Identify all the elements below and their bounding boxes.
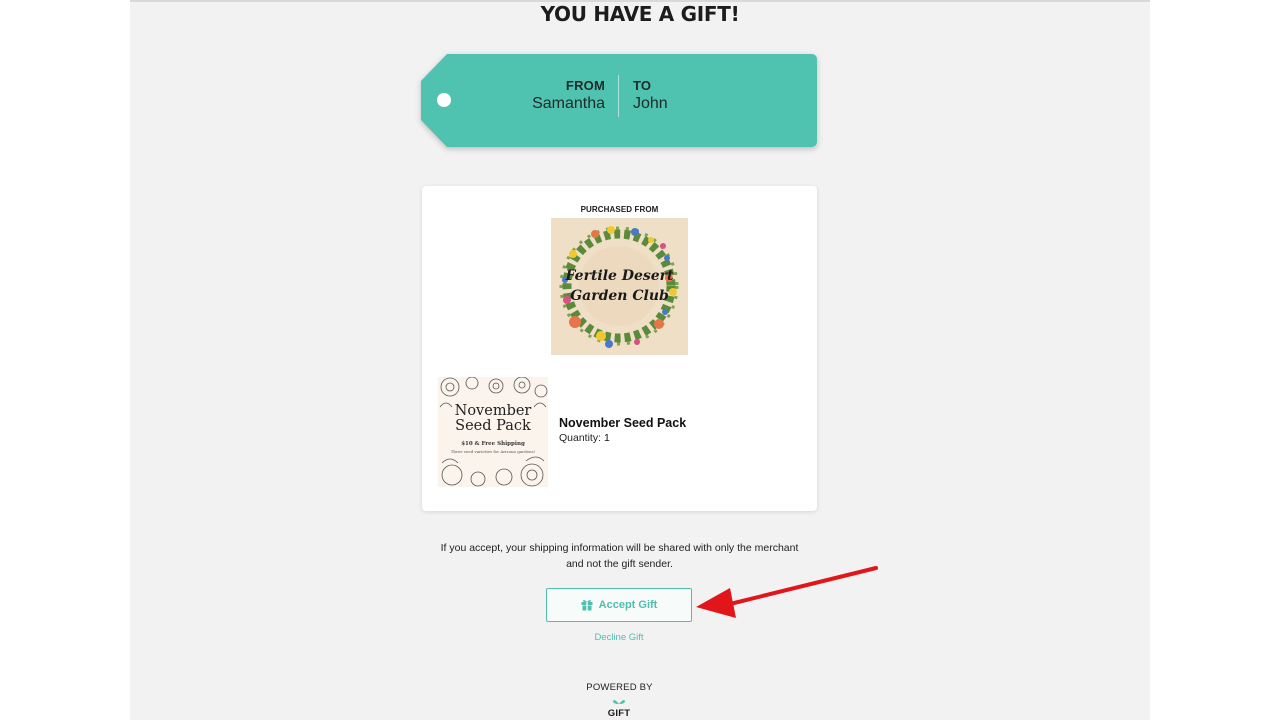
tag-from: FROM Samantha	[470, 78, 605, 113]
product-image-title-line-1: November	[454, 403, 532, 419]
tag-divider	[618, 75, 619, 117]
quantity-value: 1	[603, 432, 610, 444]
from-label: FROM	[565, 78, 605, 93]
product-image-title-line-2: Seed Pack	[455, 418, 531, 434]
brand-bow-icon	[613, 700, 625, 704]
tag-hole-icon	[437, 93, 451, 107]
product-image-tagline: Three seed varieties for Arizona gardens…	[450, 449, 536, 454]
purchased-from-label: PURCHASED FROM	[580, 205, 659, 214]
accept-gift-button[interactable]: Accept Gift	[546, 588, 692, 622]
notice-line-1: If you accept, your shipping information…	[440, 542, 799, 554]
page-title: YOU HAVE A GIFT!	[540, 2, 740, 26]
powered-by-label: POWERED BY	[586, 682, 653, 693]
product-image: November Seed Pack $10 & Free Shipping T…	[438, 377, 548, 487]
logo-line-2: Garden Club	[570, 288, 669, 304]
annotation-arrow-icon	[696, 566, 878, 618]
quantity-label: Quantity:	[559, 432, 602, 444]
product-image-title: November Seed Pack	[438, 404, 548, 434]
decline-gift-link[interactable]: Decline Gift	[546, 632, 692, 643]
brand-name: GIFT	[607, 708, 631, 719]
tag-to: TO John	[633, 78, 783, 113]
brand-logo: GIFT	[598, 698, 640, 720]
product-image-subtitle: $10 & Free Shipping	[461, 441, 525, 447]
product-quantity: Quantity: 1	[559, 432, 610, 444]
logo-line-1: Fertile Desert	[565, 268, 674, 284]
notice-line-2: and not the gift sender.	[566, 558, 673, 570]
product-name: November Seed Pack	[559, 416, 687, 430]
to-label: TO	[633, 78, 652, 93]
gift-icon	[581, 600, 593, 611]
from-name: Samantha	[532, 95, 605, 112]
merchant-logo: Fertile Desert Garden Club	[551, 218, 688, 355]
accept-gift-label: Accept Gift	[598, 599, 658, 611]
merchant-logo-text: Fertile Desert Garden Club	[551, 266, 688, 306]
to-name: John	[633, 95, 668, 112]
